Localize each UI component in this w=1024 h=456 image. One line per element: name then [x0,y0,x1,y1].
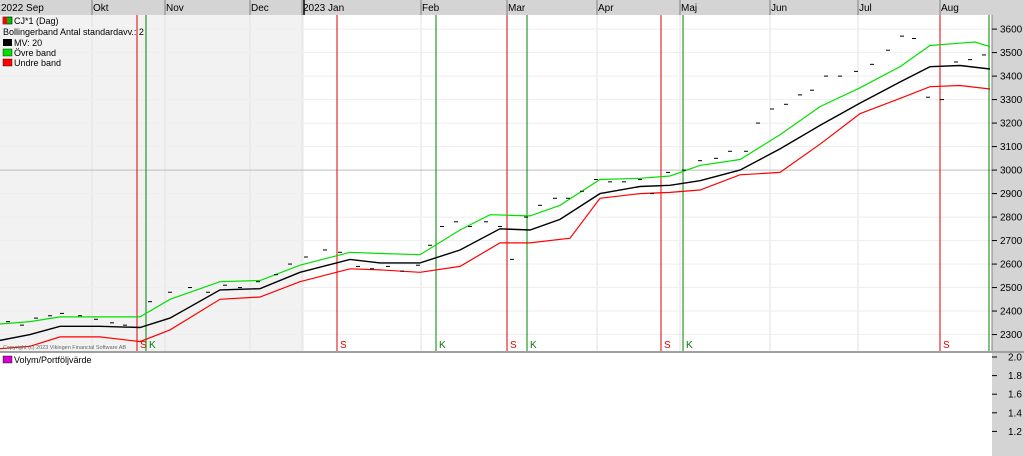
lower-legend-label: Undre band [14,58,61,68]
volume-axis-label: 1.6 [1008,390,1022,401]
sell-signal-label: S [943,340,950,351]
volume-legend-swatch [2,355,13,364]
volume-panel [0,353,992,456]
price-axis-label: 2600 [1000,260,1023,271]
price-legend-label: CJ*1 (Dag) [14,16,59,26]
volume-axis-label: 1.8 [1008,371,1022,382]
volume-axis-label: 1.4 [1008,408,1022,419]
time-axis-label: Jun [771,3,787,14]
price-axis-label: 2700 [1000,236,1023,247]
time-axis-label: 2023 Jan [303,3,344,14]
time-axis-label: Dec [251,3,269,14]
time-axis-label: Okt [93,3,109,14]
time-axis-label: Nov [166,3,184,14]
volume-axis-label: 1.2 [1008,427,1022,438]
buy-signal-label: K [439,340,446,351]
sell-signal-label: S [340,340,347,351]
sell-signal-label: S [510,340,517,351]
upper-legend-swatch [2,48,13,57]
time-axis-label: Aug [941,3,959,14]
price-axis-label: 3000 [1000,166,1023,177]
price-axis-label: 2800 [1000,213,1023,224]
mv-legend-label: MV: 20 [14,38,42,48]
lower-legend-swatch [2,58,13,67]
sell-signal-label: S [664,340,671,351]
copyright-text: Copyright (c) 2023 Vikingen Financial So… [3,345,126,351]
volume-axis [992,353,1024,456]
price-axis-label: 3600 [1000,25,1023,36]
price-axis-label: 3100 [1000,142,1023,153]
panel-separator[interactable] [0,351,1024,353]
buy-signal-label: K [149,340,156,351]
chart-window: 2022 Sep Okt Nov Dec 2023 Jan Feb Mar Apr Maj Jun… [0,0,1024,456]
chart-canvas: 2022 Sep Okt Nov Dec 2023 Jan Feb Mar Apr Maj Jun… [0,0,1024,456]
time-axis-label: Mar [508,3,526,14]
volume-axis-label: 2.0 [1008,353,1022,364]
price-axis-label: 2400 [1000,307,1023,318]
price-axis-label: 3400 [1000,72,1023,83]
indicator-legend-label: Bollingerband Antal standardavv.: 2 [3,27,144,37]
price-axis-label: 2300 [1000,330,1023,341]
time-axis-label: Maj [681,3,697,14]
mv-legend-swatch [3,39,12,46]
price-axis [992,15,1024,351]
time-axis-label: Jul [859,3,872,14]
time-axis-label: Apr [598,3,614,14]
upper-legend-label: Övre band [14,48,56,58]
price-axis-label: 3200 [1000,119,1023,130]
time-axis-label: 2022 Sep [1,3,44,14]
price-axis-label: 2900 [1000,189,1023,200]
price-legend-swatch-red [3,17,7,24]
buy-signal-label: K [686,340,693,351]
price-axis-label: 3300 [1000,95,1023,106]
time-axis-label: Feb [422,3,440,14]
volume-legend-label: Volym/Portföljvärde [14,355,92,365]
buy-signal-label: K [530,340,537,351]
price-axis-label: 3500 [1000,48,1023,59]
price-axis-label: 2500 [1000,283,1023,294]
